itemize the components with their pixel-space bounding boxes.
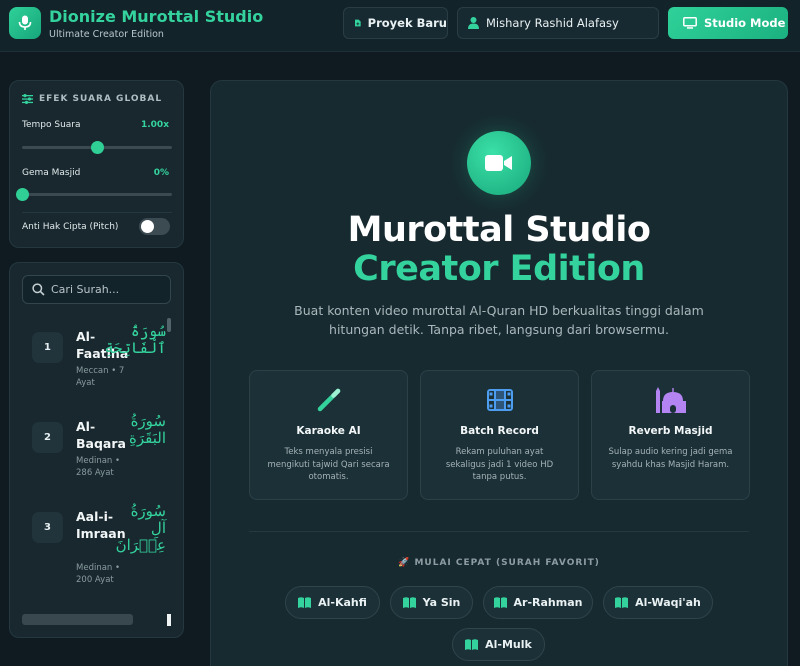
book-icon	[298, 597, 312, 608]
feature-title: Karaoke AI	[296, 425, 361, 437]
new-project-label: Proyek Baru	[367, 16, 447, 30]
hero-title: Murottal Studio	[347, 210, 651, 250]
surah-list-item[interactable]: 2 Al-Baqara Medinan • 286 Ayat سُورَةُ ا…	[10, 407, 172, 497]
echo-slider[interactable]	[16, 188, 172, 201]
section-divider	[249, 531, 749, 532]
hero-title-accent: Creator Edition	[353, 249, 645, 289]
horizontal-scrollbar[interactable]	[22, 614, 133, 625]
chip-label: Al-Kahfi	[318, 596, 367, 609]
surah-search-input[interactable]	[51, 283, 161, 296]
echo-slider-thumb[interactable]	[16, 188, 29, 201]
surah-list-item[interactable]: 1 Al-Faatiha Meccan • 7 Ayat سُورَةُ ٱلْ…	[10, 317, 172, 407]
video-camera-icon	[467, 131, 531, 195]
quick-surah-chip[interactable]: Ya Sin	[390, 586, 473, 619]
vertical-scrollbar[interactable]	[167, 318, 171, 332]
surah-number: 3	[32, 512, 63, 543]
surah-arabic-name: سُورَةُ ٱلْفَاتِحَةِ	[104, 322, 166, 357]
studio-mode-button[interactable]: Studio Mode	[668, 7, 788, 39]
quick-start-title: 🚀 MULAI CEPAT (SURAH FAVORIT)	[398, 558, 600, 568]
app-subtitle: Ultimate Creator Edition	[49, 29, 164, 40]
surah-list-item[interactable]: 3 Aal-i-Imraan Medinan • 200 Ayat سُورَة…	[10, 497, 172, 587]
feature-card-batch-record: Batch Record Rekam puluhan ayat sekaligu…	[420, 370, 579, 500]
tempo-label: Tempo Suara	[22, 120, 81, 130]
anti-copyright-label: Anti Hak Cipta (Pitch)	[22, 222, 119, 232]
quick-surah-chip[interactable]: Ar-Rahman	[483, 586, 593, 619]
app-header: Dionize Murottal Studio Ultimate Creator…	[0, 0, 800, 52]
effects-title-text: EFEK SUARA GLOBAL	[39, 94, 163, 104]
feature-description: Sulap audio kering jadi gema syahdu khas…	[608, 447, 733, 470]
effects-title: EFEK SUARA GLOBAL	[22, 94, 162, 104]
effects-divider	[22, 212, 172, 213]
surah-name: Al-Baqara	[76, 419, 126, 451]
book-icon	[615, 597, 629, 608]
hero-description: Buat konten video murottal Al-Quran HD b…	[294, 303, 704, 337]
chip-label: Ar-Rahman	[513, 596, 583, 609]
monitor-icon	[683, 17, 697, 29]
book-icon	[465, 639, 479, 650]
tempo-value: 1.00x	[140, 120, 169, 130]
main-welcome-panel: Murottal Studio Creator Edition Buat kon…	[210, 80, 788, 666]
film-icon	[421, 387, 578, 413]
quick-surah-chip[interactable]: Al-Mulk	[452, 628, 545, 661]
reciter-selector[interactable]: Mishary Rashid Alafasy	[457, 7, 659, 39]
reciter-name: Mishary Rashid Alafasy	[486, 16, 619, 30]
feature-title: Batch Record	[460, 425, 539, 437]
surah-number: 2	[32, 422, 63, 453]
toggle-knob	[141, 220, 154, 233]
book-icon	[493, 597, 507, 608]
chip-label: Al-Waqi'ah	[635, 596, 701, 609]
surah-list-panel: 1 Al-Faatiha Meccan • 7 Ayat سُورَةُ ٱلْ…	[9, 262, 184, 638]
new-project-button[interactable]: Proyek Baru	[343, 7, 448, 39]
feature-card-karaoke: Karaoke AI Teks menyala presisi mengikut…	[249, 370, 408, 500]
surah-meta: Medinan • 286 Ayat	[76, 456, 121, 478]
studio-mode-label: Studio Mode	[704, 16, 786, 30]
quick-surah-chip[interactable]: Al-Kahfi	[285, 586, 380, 619]
surah-meta: Meccan • 7 Ayat	[76, 366, 125, 388]
chip-label: Al-Mulk	[485, 638, 532, 651]
feature-description: Rekam puluhan ayat sekaligus jadi 1 vide…	[445, 447, 554, 482]
user-icon	[468, 17, 479, 29]
echo-label: Gema Masjid	[22, 168, 81, 178]
microphone-icon	[9, 7, 41, 39]
feature-description: Teks menyala presisi mengikuti tajwid Qa…	[267, 447, 390, 482]
chip-label: Ya Sin	[422, 596, 461, 609]
surah-arabic-name: سُورَةُ آلِ عِمۡرَانَ	[115, 502, 166, 554]
surah-arabic-name: سُورَةُ البَقَرَةِ	[129, 412, 166, 447]
feature-title: Reverb Masjid	[628, 425, 713, 437]
mosque-icon	[592, 387, 749, 413]
anti-copyright-toggle[interactable]	[139, 218, 170, 235]
search-icon	[32, 283, 45, 296]
echo-value: 0%	[153, 168, 169, 178]
wand-icon	[250, 387, 407, 413]
book-icon	[402, 597, 416, 608]
file-plus-icon	[355, 19, 361, 27]
scrollbar-end-marker	[167, 614, 171, 626]
sliders-icon	[22, 94, 33, 104]
global-effects-panel: EFEK SUARA GLOBAL Tempo Suara 1.00x Gema…	[9, 80, 184, 248]
surah-number: 1	[32, 332, 63, 363]
surah-meta: Medinan • 200 Ayat	[76, 563, 121, 585]
app-title: Dionize Murottal Studio	[49, 7, 264, 26]
quick-surah-chip[interactable]: Al-Waqi'ah	[603, 586, 713, 619]
tempo-slider[interactable]	[22, 141, 172, 154]
feature-card-reverb: Reverb Masjid Sulap audio kering jadi ge…	[591, 370, 750, 500]
surah-search[interactable]	[22, 275, 171, 304]
tempo-slider-thumb[interactable]	[91, 141, 104, 154]
